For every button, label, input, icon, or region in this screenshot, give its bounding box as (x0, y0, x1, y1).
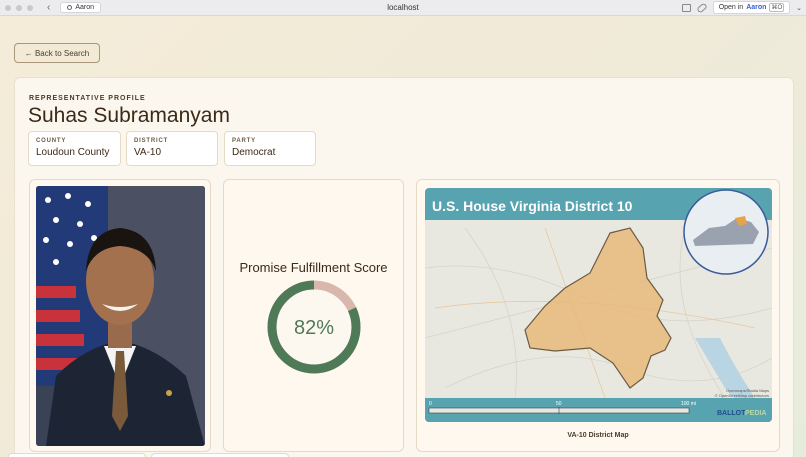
ballotpedia-logo-b: PEDIA (745, 410, 766, 417)
score-title: Promise Fulfillment Score (239, 260, 388, 275)
chevron-down-icon[interactable]: ⌄ (796, 4, 802, 12)
back-to-search-button[interactable]: ← Back to Search (14, 43, 100, 63)
browser-toolbar: ‹ Aaron localhost Open in Aaron ⌘O ⌄ (0, 0, 806, 16)
link-icon[interactable] (695, 1, 708, 14)
county-chip-label: COUNTY (36, 138, 67, 144)
county-chip: COUNTY Loudoun County (28, 131, 121, 166)
scale-mark-50: 50 (556, 401, 562, 407)
map-panel: 0 50 100 mi BALLOT PEDIA U.S. House Virg… (416, 179, 780, 452)
profile-card: REPRESENTATIVE PROFILE Suhas Subramanyam… (14, 77, 794, 457)
district-map[interactable]: 0 50 100 mi BALLOT PEDIA U.S. House Virg… (425, 188, 772, 422)
reader-icon[interactable] (681, 3, 691, 12)
representative-photo (36, 186, 205, 446)
bottom-card-left (8, 453, 146, 457)
back-to-search-label: ← Back to Search (24, 48, 90, 58)
party-chip-label: PARTY (232, 138, 256, 144)
county-chip-value: Loudoun County (36, 147, 110, 158)
map-title: U.S. House Virginia District 10 (432, 198, 633, 214)
open-in-button[interactable]: Open in Aaron ⌘O (712, 1, 791, 14)
map-attribution: Openmaps/Stadia Maps © OpenStreetMap con… (714, 388, 769, 398)
open-in-brand: Aaron (746, 4, 767, 11)
score-value: 82% (294, 317, 334, 339)
open-in-label: Open in (718, 4, 744, 11)
score-donut-chart: 82% (267, 280, 361, 374)
open-in-shortcut: ⌘O (769, 3, 785, 12)
district-chip-label: DISTRICT (134, 138, 169, 144)
score-panel: Promise Fulfillment Score 82% (223, 179, 404, 452)
scale-mark-100: 100 mi (681, 401, 696, 407)
bottom-card-right (151, 453, 289, 457)
map-caption: VA-10 District Map (567, 432, 629, 439)
district-chip: DISTRICT VA-10 (126, 131, 218, 166)
profile-eyebrow: REPRESENTATIVE PROFILE (29, 95, 146, 102)
photo-panel (29, 179, 211, 452)
ballotpedia-logo-a: BALLOT (717, 410, 746, 417)
party-chip: PARTY Democrat (224, 131, 316, 166)
party-chip-value: Democrat (232, 147, 276, 158)
representative-name: Suhas Subramanyam (28, 104, 230, 127)
district-chip-value: VA-10 (134, 147, 162, 158)
scale-mark-0: 0 (429, 401, 432, 407)
